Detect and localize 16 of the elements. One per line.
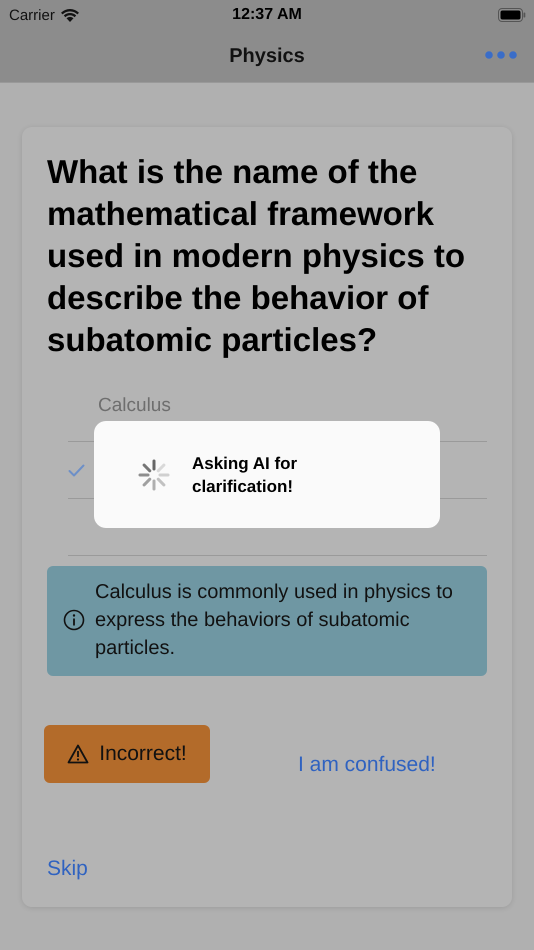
more-icon[interactable] bbox=[485, 50, 517, 60]
info-icon bbox=[63, 609, 85, 631]
warning-icon bbox=[67, 744, 90, 764]
confused-link[interactable]: I am confused! bbox=[298, 753, 436, 777]
incorrect-button[interactable]: Incorrect! bbox=[44, 725, 210, 783]
carrier-label: Carrier bbox=[9, 6, 55, 24]
skip-link[interactable]: Skip bbox=[47, 857, 88, 881]
status-time: 12:37 AM bbox=[232, 6, 302, 23]
spinner-icon bbox=[138, 458, 170, 490]
battery-icon bbox=[498, 8, 526, 22]
check-icon bbox=[68, 464, 85, 476]
question-text: What is the name of the mathematical framework used in modern physics to describe the behavior of subatomic particles? bbox=[47, 152, 466, 360]
explanation-text: Calculus is commonly used in physics to express the behaviors of subatomic particles. bbox=[95, 580, 454, 661]
loading-message: Asking AI for clarification! bbox=[192, 452, 298, 498]
wifi-icon bbox=[60, 8, 80, 22]
nav-title: Physics bbox=[229, 44, 305, 68]
